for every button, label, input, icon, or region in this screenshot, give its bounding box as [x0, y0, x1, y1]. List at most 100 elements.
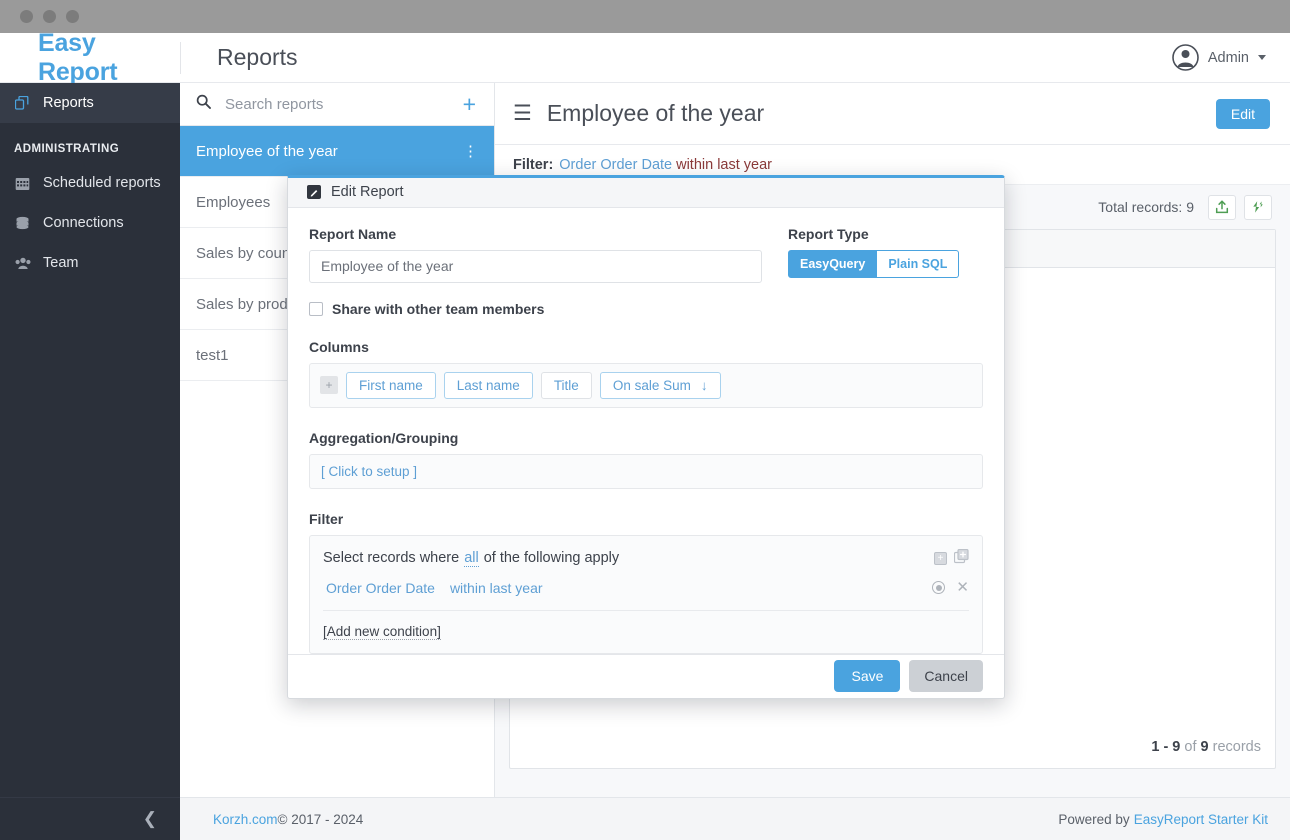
filter-label: Filter: [513, 156, 554, 173]
report-item-label: test1 [196, 346, 229, 364]
report-type-group: Report Type EasyQuery Plain SQL [788, 225, 960, 283]
add-condition-icon[interactable]: + [934, 551, 947, 565]
pager-total: 9 [1200, 739, 1209, 755]
filter-field-link[interactable]: Order Order Date [559, 157, 672, 173]
pager-of: of [1184, 739, 1197, 755]
calendar-icon [14, 176, 31, 191]
kebab-menu-icon[interactable]: ⋮ [463, 144, 478, 159]
report-item-label: Employees [196, 193, 271, 211]
filter-prefix-text: Select records where [323, 550, 460, 567]
korzh-link[interactable]: Korzh.com [213, 812, 278, 827]
hamburger-icon[interactable]: ☰ [513, 101, 532, 126]
filter-section-label: Filter [309, 510, 344, 527]
left-sidebar: Reports ADMINISTRATING Scheduled reports [0, 83, 180, 840]
cancel-button[interactable]: Cancel [909, 660, 983, 693]
window-maximize-dot[interactable] [66, 10, 79, 23]
report-type-label: Report Type [788, 225, 869, 242]
filter-condition-row: Order Order Date within last year ✕ [323, 580, 969, 611]
list-item[interactable]: Employee of the year ⋮ [180, 126, 494, 177]
plus-square-icon[interactable]: + [320, 376, 338, 395]
column-chip-title[interactable]: Title [540, 371, 592, 399]
left-footer: Korzh.com © 2017 - 2024 [180, 797, 495, 840]
sidebar-item-label: Connections [43, 215, 124, 231]
share-row[interactable]: Share with other team members [309, 301, 983, 317]
column-chip-label: First name [359, 377, 423, 393]
export-upload-icon[interactable] [1208, 194, 1236, 220]
share-label: Share with other team members [332, 300, 545, 317]
sort-desc-icon[interactable]: ↓ [701, 378, 708, 393]
report-type-toggle: EasyQuery Plain SQL [788, 249, 960, 278]
modal-footer: Save Cancel [288, 653, 1004, 698]
admin-label: Admin [1207, 49, 1249, 66]
filter-builder-header: Select records where all of the followin… [323, 548, 969, 568]
column-chip-label: Title [553, 377, 579, 393]
app-root: Easy Report Reports Admin Reports ADMINI… [0, 0, 1290, 840]
search-icon [196, 94, 211, 114]
main-header: ☰ Employee of the year Edit [495, 83, 1290, 145]
users-icon [14, 256, 31, 271]
filter-builder-actions: + [934, 548, 969, 568]
report-type-plainsql-button[interactable]: Plain SQL [877, 249, 960, 278]
condition-operator-link[interactable]: within last year [450, 580, 543, 596]
aggregation-label: Aggregation/Grouping [309, 429, 459, 446]
report-name-input[interactable] [309, 249, 762, 283]
sidebar-item-label: Reports [43, 95, 94, 111]
search-input[interactable] [211, 95, 463, 113]
sidebar-item-label: Scheduled reports [43, 175, 161, 191]
condition-field-link[interactable]: Order Order Date [326, 580, 435, 596]
column-chip-on-sale-sum[interactable]: On sale Sum ↓ [599, 371, 721, 399]
condition-actions: ✕ [932, 580, 969, 595]
column-chip-last-name[interactable]: Last name [443, 371, 533, 399]
share-checkbox[interactable] [309, 301, 323, 316]
top-header: Easy Report Reports Admin [0, 29, 1290, 86]
pager-range: 1 - 9 [1151, 739, 1181, 755]
report-item-label: Employee of the year [196, 142, 338, 160]
main-footer: Powered by EasyReport Starter Kit [495, 797, 1290, 840]
page-title: Reports [217, 44, 298, 70]
add-new-condition-link[interactable]: [Add new condition] [323, 624, 441, 640]
filter-suffix-text: of the following apply [483, 550, 620, 567]
chevron-left-icon: ❮ [142, 809, 157, 828]
name-and-type-row: Report Name Report Type EasyQuery Plain … [309, 226, 983, 283]
report-name-group: Report Name [309, 226, 762, 283]
powered-by-text: Powered by [1058, 811, 1130, 827]
grid-pager: 1 - 9 of 9 records [1151, 739, 1261, 755]
window-close-dot[interactable] [20, 10, 33, 23]
edit-button[interactable]: Edit [1215, 98, 1270, 129]
total-records-label: Total records: 9 [1098, 199, 1194, 215]
add-report-button[interactable]: + [463, 92, 476, 116]
modal-header: Edit Report [288, 178, 1004, 208]
sidebar-section-administrating: ADMINISTRATING [14, 143, 120, 155]
filter-operator[interactable]: within last year [676, 157, 772, 173]
easyreport-link[interactable]: EasyReport Starter Kit [1134, 812, 1268, 827]
report-title: Employee of the year [546, 100, 765, 126]
filter-builder: Select records where all of the followin… [309, 534, 983, 654]
avatar [1172, 44, 1199, 71]
window-chrome [0, 0, 1290, 33]
database-icon [14, 216, 31, 231]
close-x-icon[interactable]: ✕ [956, 580, 969, 595]
add-group-icon[interactable] [953, 548, 969, 568]
aggregation-setup-link[interactable]: [ Click to setup ] [309, 453, 983, 489]
sidebar-item-reports[interactable]: Reports [0, 83, 180, 123]
sidebar-item-team[interactable]: Team [0, 243, 180, 283]
column-chip-first-name[interactable]: First name [346, 371, 436, 399]
report-type-easyquery-button[interactable]: EasyQuery [788, 249, 878, 278]
window-minimize-dot[interactable] [43, 10, 56, 23]
column-chip-label: Last name [456, 377, 520, 393]
save-button[interactable]: Save [834, 660, 901, 693]
sidebar-item-label: Team [43, 255, 79, 271]
pager-suffix: records [1212, 739, 1261, 755]
copyright-text: © 2017 - 2024 [277, 811, 364, 827]
refresh-sync-icon[interactable] [1244, 194, 1272, 220]
user-menu[interactable]: Admin [1172, 44, 1290, 71]
sidebar-item-connections[interactable]: Connections [0, 203, 180, 243]
modal-title: Edit Report [331, 184, 404, 201]
sidebar-collapse-button[interactable]: ❮ [0, 797, 180, 840]
sidebar-item-scheduled-reports[interactable]: Scheduled reports [0, 163, 180, 203]
columns-box: + First name Last name Title On sale Sum… [309, 362, 983, 408]
filter-all-toggle[interactable]: all [464, 550, 479, 567]
modal-body: Report Name Report Type EasyQuery Plain … [288, 208, 1004, 654]
app-brand[interactable]: Easy Report [0, 29, 180, 87]
radio-target-icon[interactable] [932, 581, 946, 595]
